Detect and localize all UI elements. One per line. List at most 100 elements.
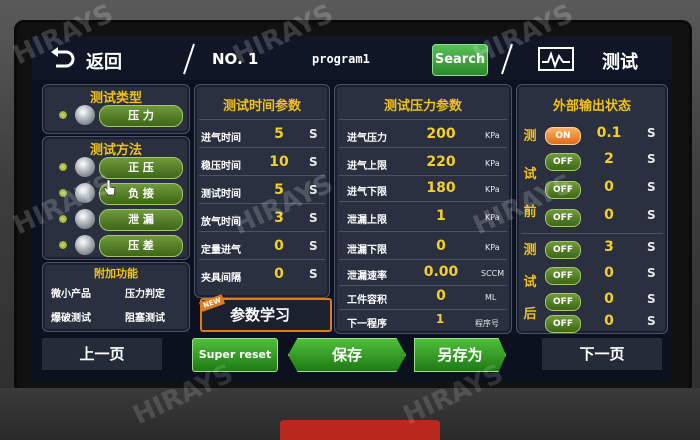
top-bar: 返回 NO. 1 program1 Search 测试 [32, 36, 672, 80]
pressure-unit-intake: KPa [485, 131, 500, 140]
pressure-row-divider [339, 119, 507, 120]
method-knob-icon-3 [75, 209, 95, 229]
back-button[interactable]: 返回 [46, 44, 186, 74]
time-unit-intake: S [309, 127, 318, 141]
time-row-divider [199, 147, 325, 148]
next-page-button[interactable]: 下一页 [542, 338, 662, 370]
time-value-test[interactable]: 5 [265, 182, 293, 198]
before-output-1-unit: S [647, 126, 656, 140]
pressure-row-divider [339, 231, 507, 232]
after-output-3-toggle[interactable]: OFF [545, 293, 581, 311]
save-as-button[interactable]: 另存为 [414, 338, 506, 372]
before-output-1-toggle[interactable]: ON [545, 127, 581, 145]
after-test-label: 测 试 后 [523, 243, 537, 322]
test-type-knob-icon [75, 105, 95, 125]
pressure-value-volume[interactable]: 0 [419, 288, 463, 304]
time-row-divider [199, 231, 325, 232]
extra-func-micro-product[interactable]: 微小产品 [51, 285, 91, 300]
time-unit-fixed-intake: S [309, 239, 318, 253]
pressure-unit-leak-upper: KPa [485, 213, 500, 222]
before-output-2-value[interactable]: 2 [591, 151, 627, 167]
method-led-1 [59, 163, 67, 171]
pressure-value-leak-upper[interactable]: 1 [419, 208, 463, 224]
pressure-label-leak-upper: 泄漏上限 [347, 215, 387, 226]
time-label-fixture-interval: 夹具间隔 [201, 273, 241, 284]
time-value-fixed-intake[interactable]: 0 [265, 238, 293, 254]
time-unit-fixture-interval: S [309, 267, 318, 281]
after-output-3-value[interactable]: 0 [591, 291, 627, 307]
before-output-3-value[interactable]: 0 [591, 179, 627, 195]
pressure-row-divider [339, 201, 507, 202]
pressure-params-panel: 测试压力参数 进气压力 200 KPa 进气上限 220 KPa 进气下限 18… [334, 84, 512, 334]
after-output-1-unit: S [647, 240, 656, 254]
pressure-row-divider [339, 147, 507, 148]
pressure-value-intake-upper[interactable]: 220 [419, 154, 463, 170]
super-reset-button[interactable]: Super reset [192, 338, 278, 372]
test-type-title: 测试类型 [89, 91, 142, 106]
after-output-4-value[interactable]: 0 [591, 313, 627, 329]
pressure-value-intake-lower[interactable]: 180 [419, 180, 463, 196]
test-button[interactable]: 测试 [537, 44, 662, 74]
pressure-value-leak-lower[interactable]: 0 [419, 238, 463, 254]
time-row-divider [199, 259, 325, 260]
before-output-3-toggle[interactable]: OFF [545, 181, 581, 199]
pressure-label-intake-upper: 进气上限 [347, 161, 387, 172]
pressure-row-divider [339, 259, 507, 260]
cursor-hand-icon [103, 179, 116, 196]
pressure-value-intake[interactable]: 200 [419, 126, 463, 142]
test-type-led [59, 111, 67, 119]
method-led-3 [59, 215, 67, 223]
prev-page-button[interactable]: 上一页 [42, 338, 162, 370]
time-value-fixture-interval[interactable]: 0 [265, 266, 293, 282]
external-output-title: 外部输出状态 [552, 99, 631, 114]
pressure-unit-intake-lower: KPa [485, 185, 500, 194]
extra-func-burst-test[interactable]: 爆破测试 [51, 309, 91, 324]
extra-func-block-test[interactable]: 阻塞测试 [125, 309, 165, 324]
device-red-strip [280, 420, 440, 440]
pressure-label-leak-rate: 泄漏速率 [347, 271, 387, 282]
method-led-2 [59, 189, 67, 197]
time-label-exhaust: 放气时间 [201, 217, 241, 228]
method-leak-button[interactable]: 泄 漏 [99, 209, 183, 231]
method-knob-icon-4 [75, 235, 95, 255]
after-output-2-toggle[interactable]: OFF [545, 267, 581, 285]
time-value-intake[interactable]: 5 [265, 126, 293, 142]
time-value-stabilize[interactable]: 10 [265, 154, 293, 170]
time-unit-stabilize: S [309, 155, 318, 169]
before-test-label: 测 试 前 [523, 129, 537, 220]
after-output-2-value[interactable]: 0 [591, 265, 627, 281]
program-name[interactable]: program1 [312, 52, 370, 66]
time-row-divider [199, 175, 325, 176]
after-output-1-value[interactable]: 3 [591, 239, 627, 255]
extra-func-pressure-judge[interactable]: 压力判定 [125, 285, 165, 300]
method-led-4 [59, 241, 67, 249]
pressure-value-leak-rate[interactable]: 0.00 [411, 264, 471, 280]
program-number[interactable]: NO. 1 [212, 50, 258, 68]
before-output-2-toggle[interactable]: OFF [545, 153, 581, 171]
after-output-2-unit: S [647, 266, 656, 280]
before-output-1-value[interactable]: 0.1 [591, 125, 627, 141]
before-output-4-value[interactable]: 0 [591, 207, 627, 223]
time-row-divider [199, 203, 325, 204]
after-output-3-unit: S [647, 292, 656, 306]
pressure-label-next-program: 下一程序 [347, 319, 387, 330]
test-type-pressure-button[interactable]: 压 力 [99, 105, 183, 127]
method-positive-pressure-button[interactable]: 正 压 [99, 157, 183, 179]
before-output-4-toggle[interactable]: OFF [545, 209, 581, 227]
search-button[interactable]: Search [432, 44, 488, 76]
test-label: 测试 [602, 52, 638, 73]
pressure-row-divider [339, 175, 507, 176]
before-output-4-unit: S [647, 208, 656, 222]
time-label-test: 测试时间 [201, 189, 241, 200]
pressure-label-volume: 工件容积 [347, 295, 387, 306]
pressure-unit-volume: ML [485, 293, 497, 302]
param-learn-button[interactable]: NEW 参数学习 [199, 294, 332, 332]
before-output-3-unit: S [647, 180, 656, 194]
method-differential-button[interactable]: 压 差 [99, 235, 183, 257]
after-output-4-toggle[interactable]: OFF [545, 315, 581, 333]
time-value-exhaust[interactable]: 3 [265, 210, 293, 226]
pressure-value-next-program[interactable]: 1 [425, 312, 455, 326]
save-button[interactable]: 保存 [288, 338, 406, 372]
after-output-1-toggle[interactable]: OFF [545, 241, 581, 259]
pressure-unit-leak-rate: SCCM [481, 269, 505, 278]
